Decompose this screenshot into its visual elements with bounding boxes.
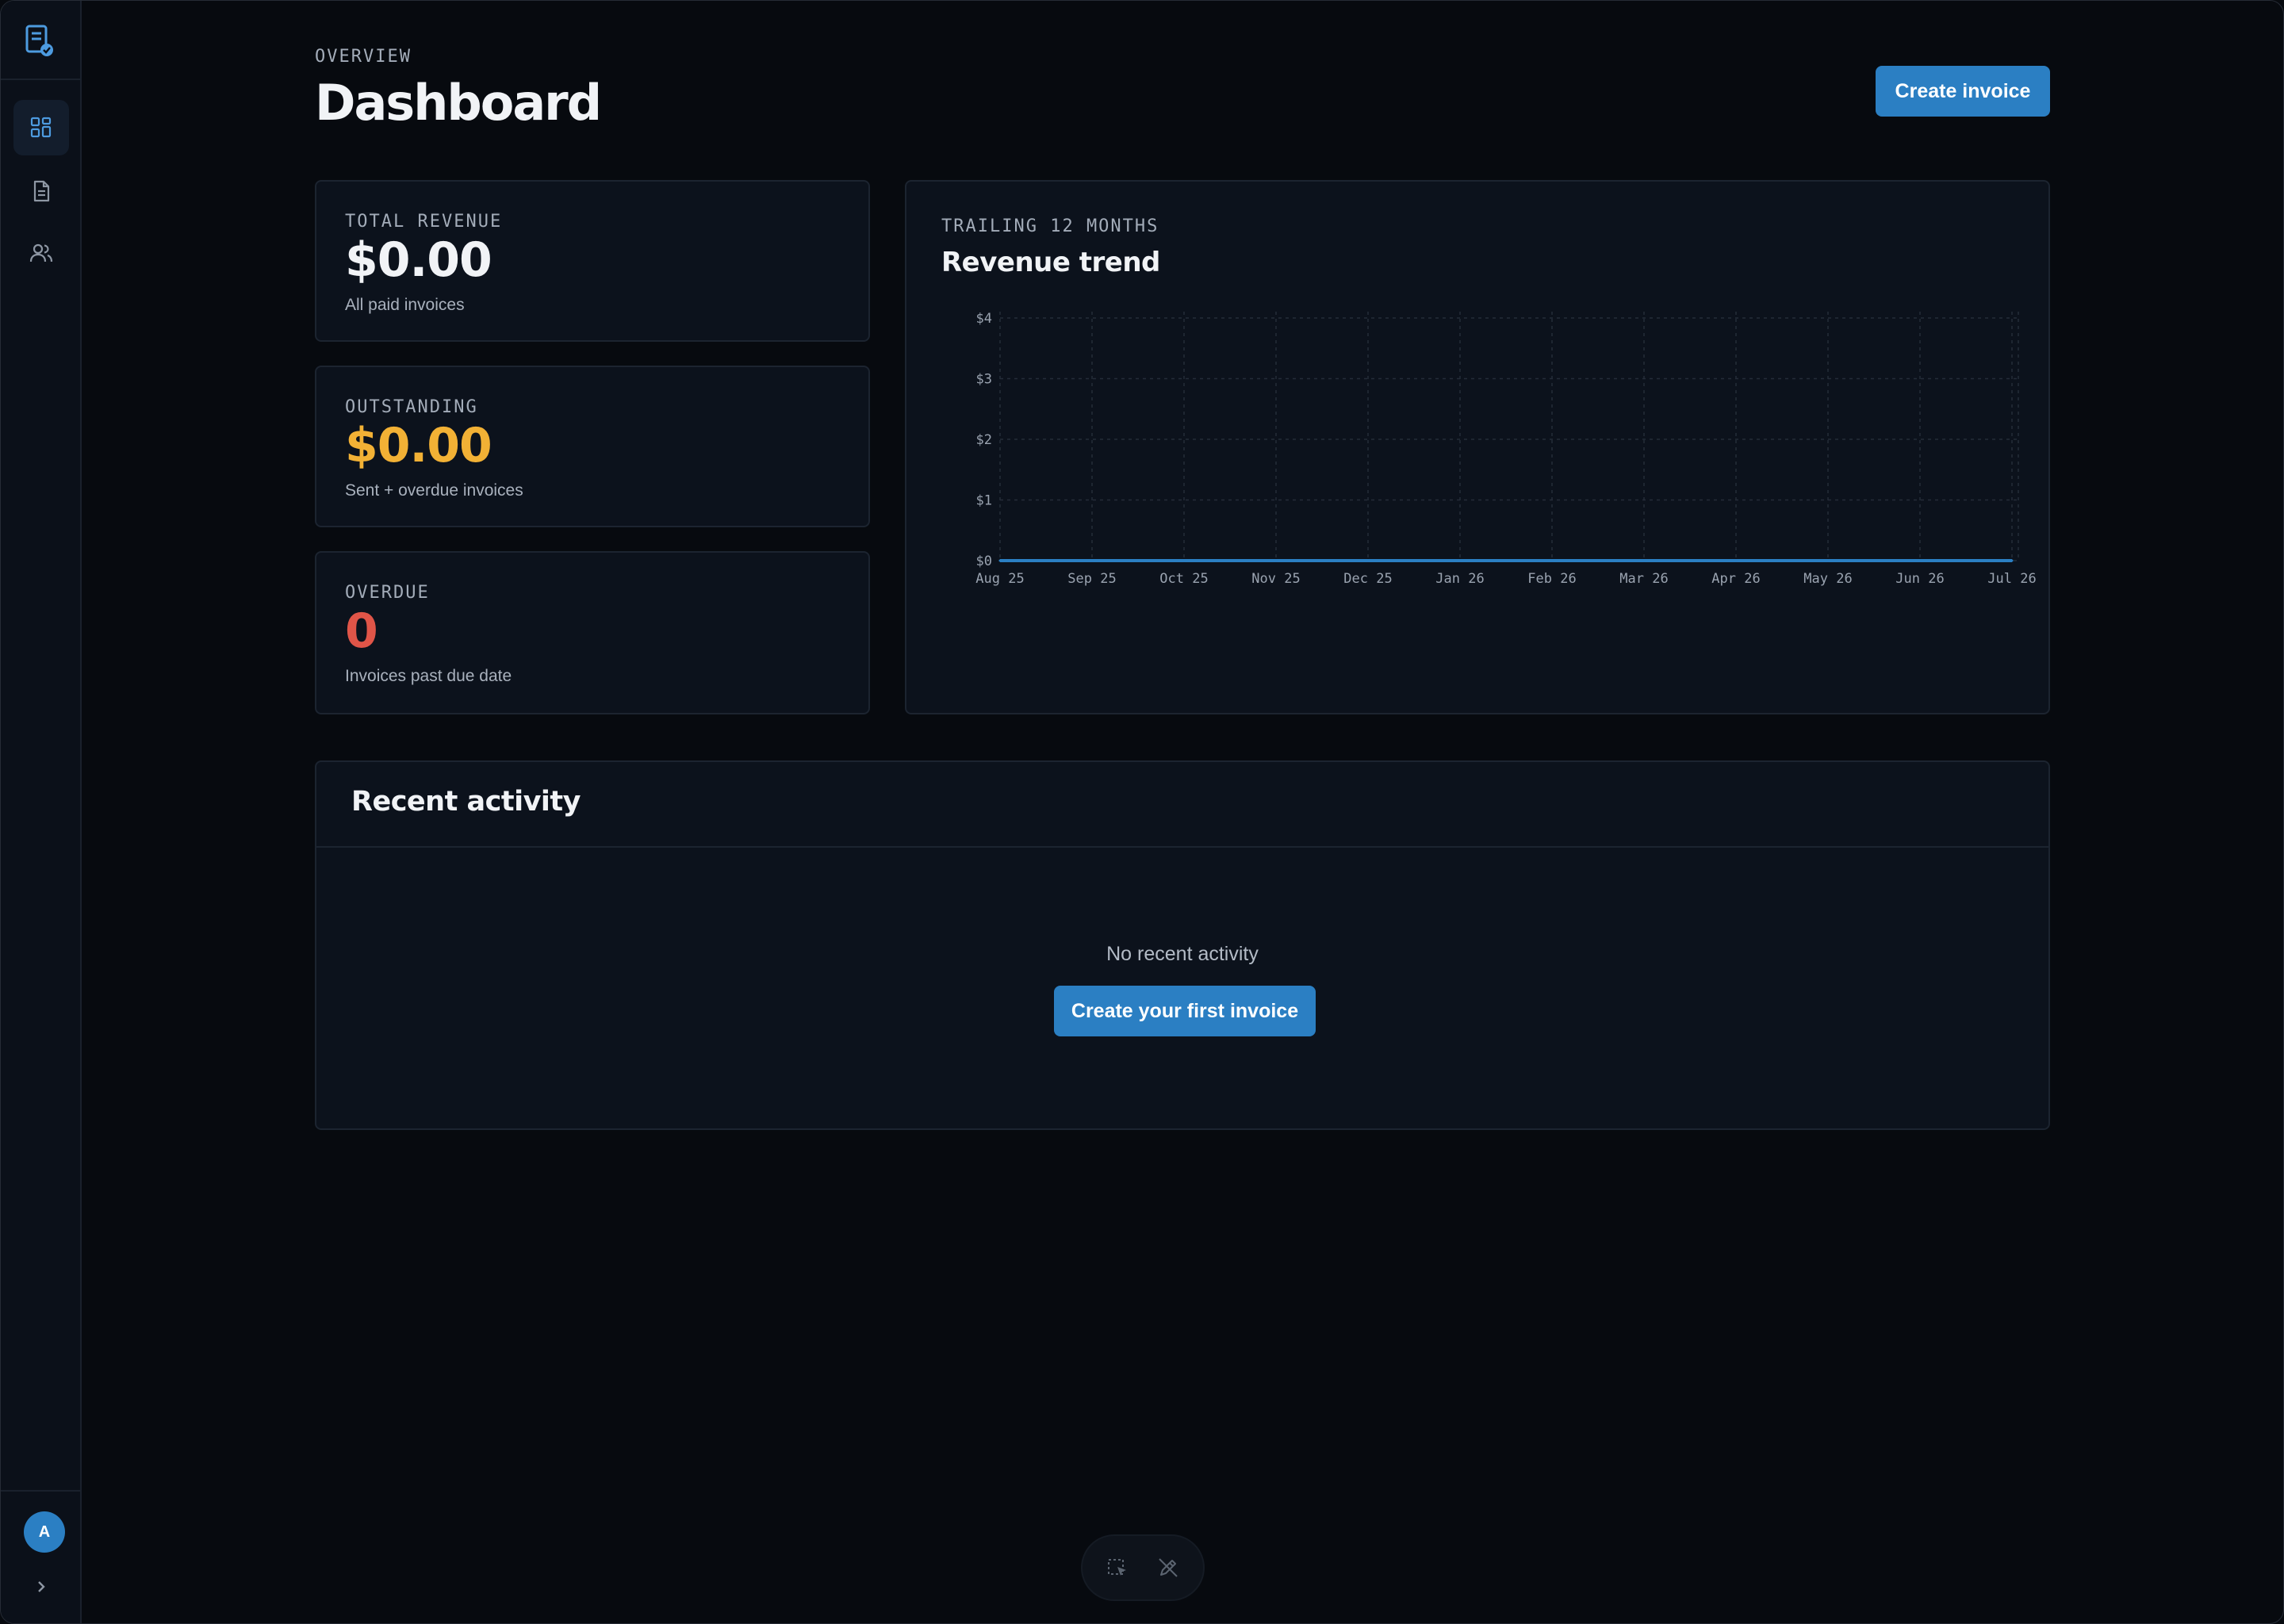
page-eyebrow: OVERVIEW	[315, 47, 412, 67]
data-point	[1458, 559, 1462, 562]
users-icon	[29, 243, 53, 262]
stat-subtitle: Sent + overdue invoices	[345, 481, 523, 500]
data-point	[1826, 559, 1830, 562]
sidebar-item-clients[interactable]	[13, 225, 69, 281]
x-tick-label: Oct 25	[1159, 571, 1208, 587]
x-tick-label: Apr 26	[1711, 571, 1760, 587]
stat-value: 0	[345, 603, 378, 659]
x-tick-label: Jan 26	[1435, 571, 1484, 587]
data-point	[1182, 559, 1186, 562]
data-point	[1642, 559, 1646, 562]
data-point	[2010, 559, 2014, 562]
stat-value: $0.00	[345, 418, 492, 473]
x-tick-label: Jul 26	[1987, 571, 2036, 587]
y-tick-label: $2	[976, 432, 992, 448]
x-tick-label: Sep 25	[1067, 571, 1116, 587]
floating-toolbar	[1081, 1534, 1205, 1601]
chevron-right-icon	[38, 1581, 45, 1592]
x-tick-label: Jun 26	[1895, 571, 1944, 587]
data-point	[1366, 559, 1370, 562]
edit-pen-icon[interactable]	[1156, 1556, 1180, 1580]
sidebar-item-dashboard[interactable]	[13, 100, 69, 155]
empty-state-text: No recent activity	[1106, 943, 1259, 965]
data-point	[1090, 559, 1094, 562]
data-point	[1734, 559, 1738, 562]
revenue-chart-card: TRAILING 12 MONTHS Revenue trend $0 $1 $2 $…	[905, 180, 2050, 714]
avatar[interactable]: A	[24, 1511, 65, 1553]
data-point	[1918, 559, 1922, 562]
x-tick-label: Nov 25	[1251, 571, 1300, 587]
data-point	[1274, 559, 1278, 562]
sidebar-bottom-divider	[1, 1490, 80, 1492]
app-logo-icon[interactable]	[20, 21, 59, 61]
create-invoice-button[interactable]: Create invoice	[1876, 66, 2050, 117]
x-tick-label: Aug 25	[975, 571, 1024, 587]
create-first-invoice-button[interactable]: Create your first invoice	[1054, 986, 1316, 1036]
app-window: A OVERVIEW Dashboard Create invoice TOTA…	[0, 0, 2284, 1624]
grid-icon	[30, 117, 52, 138]
page-title: Dashboard	[315, 74, 602, 132]
y-tick-label: $4	[976, 311, 992, 327]
stat-label: OVERDUE	[345, 583, 430, 603]
x-tick-label: May 26	[1803, 571, 1852, 587]
sidebar: A	[1, 1, 82, 1623]
x-tick-label: Mar 26	[1619, 571, 1668, 587]
stat-card-overdue: OVERDUE 0 Invoices past due date	[315, 551, 870, 714]
y-tick-label: $1	[976, 493, 992, 509]
stat-card-outstanding: OUTSTANDING $0.00 Sent + overdue invoice…	[315, 366, 870, 527]
x-tick-label: Dec 25	[1343, 571, 1392, 587]
recent-activity-card: Recent activity No recent activity Creat…	[315, 760, 2050, 1130]
recent-activity-title: Recent activity	[351, 786, 581, 818]
stat-label: OUTSTANDING	[345, 397, 478, 417]
y-tick-label: $3	[976, 372, 992, 388]
select-area-icon[interactable]	[1106, 1556, 1129, 1580]
y-tick-label: $0	[976, 553, 992, 569]
sidebar-item-invoices[interactable]	[13, 163, 69, 219]
x-tick-label: Feb 26	[1527, 571, 1576, 587]
document-icon	[33, 180, 50, 202]
revenue-chart: $0 $1 $2 $3 $4 Aug 25 Sep 25 Oct 25 Nov 25 Dec 25…	[975, 311, 2036, 587]
data-point	[1550, 559, 1554, 562]
stat-subtitle: All paid invoices	[345, 296, 465, 314]
stat-subtitle: Invoices past due date	[345, 667, 512, 685]
recent-activity-header: Recent activity	[316, 762, 2048, 848]
stat-value: $0.00	[345, 232, 492, 288]
stat-card-total-revenue: TOTAL REVENUE $0.00 All paid invoices	[315, 180, 870, 342]
data-point	[998, 559, 1002, 562]
stat-label: TOTAL REVENUE	[345, 212, 503, 232]
expand-sidebar-button[interactable]	[29, 1575, 53, 1599]
sidebar-divider	[1, 79, 80, 80]
